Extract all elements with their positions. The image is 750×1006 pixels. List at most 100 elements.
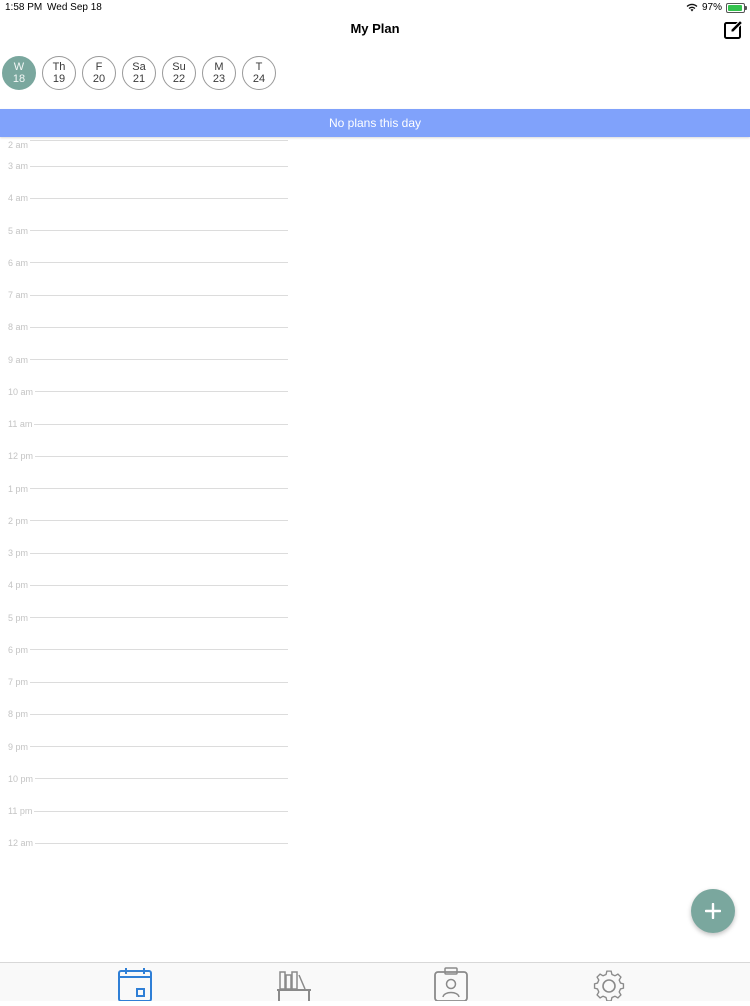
day-button[interactable]: M 23 [202, 56, 236, 90]
hour-divider [35, 778, 288, 780]
hour-divider [34, 810, 288, 812]
hour-divider [30, 488, 288, 490]
hour-divider [30, 165, 288, 167]
hour-row[interactable]: 5 pm [8, 602, 288, 634]
hour-row[interactable]: 1 pm [8, 473, 288, 505]
hour-label: 2 am [8, 140, 29, 150]
contact-badge-icon [434, 967, 468, 1002]
day-of-week: F [95, 61, 103, 73]
hour-row[interactable]: 9 am [8, 344, 288, 376]
status-bar: 1:58 PM Wed Sep 18 97% [0, 0, 750, 16]
day-number: 23 [212, 73, 226, 85]
day-of-week: M [214, 61, 224, 73]
hour-divider [30, 359, 288, 361]
day-number: 18 [12, 73, 26, 85]
hour-row[interactable]: 12 am [8, 827, 288, 859]
hour-label: 12 am [8, 838, 34, 849]
hour-label: 10 am [8, 386, 34, 397]
hour-divider [30, 746, 288, 748]
day-number: 21 [132, 73, 146, 85]
day-of-week: W [13, 61, 25, 73]
hour-row[interactable]: 5 am [8, 215, 288, 247]
hour-label: 8 am [8, 322, 29, 333]
tab-settings[interactable] [590, 967, 630, 1002]
battery-icon [726, 2, 747, 13]
hour-row[interactable]: 4 am [8, 182, 288, 214]
hour-divider [30, 649, 288, 651]
hour-row[interactable]: 11 pm [8, 795, 288, 827]
hour-row[interactable]: 11 am [8, 408, 288, 440]
hour-divider [35, 842, 288, 844]
day-button[interactable]: Th 19 [42, 56, 76, 90]
hour-label: 6 am [8, 257, 29, 268]
hour-divider [30, 197, 288, 199]
hour-divider [35, 455, 288, 457]
day-of-week: Sa [132, 61, 146, 73]
hour-row[interactable]: 10 pm [8, 763, 288, 795]
gear-icon [593, 970, 625, 1002]
hour-label: 11 pm [8, 806, 33, 817]
hour-divider [30, 713, 288, 715]
hour-row[interactable]: 8 pm [8, 698, 288, 730]
day-of-week: T [255, 61, 263, 73]
compose-icon [724, 19, 744, 39]
hour-divider [30, 262, 288, 264]
day-of-week: Su [172, 61, 186, 73]
hour-label: 4 am [8, 193, 29, 204]
hour-label: 1 pm [8, 483, 29, 494]
hour-row[interactable]: 8 am [8, 311, 288, 343]
bookshelf-icon [277, 971, 311, 1001]
hour-row[interactable]: 3 am [8, 150, 288, 182]
tab-library[interactable] [275, 967, 315, 1001]
week-day-selector: W 18 Th 19 F 20 Sa 21 Su 22 M 23 T 24 [2, 56, 276, 90]
day-number: 24 [252, 73, 266, 85]
tab-profile[interactable] [432, 967, 472, 1002]
hour-row[interactable]: 4 pm [8, 569, 288, 601]
day-button[interactable]: F 20 [82, 56, 116, 90]
wifi-icon [686, 3, 698, 12]
day-button[interactable]: Su 22 [162, 56, 196, 90]
day-button[interactable]: T 24 [242, 56, 276, 90]
hour-label: 3 am [8, 161, 29, 172]
hour-label: 3 pm [8, 548, 29, 559]
hour-row[interactable]: 3 pm [8, 537, 288, 569]
no-plans-text: No plans this day [328, 116, 422, 130]
status-right: 97% [686, 2, 747, 13]
hour-row[interactable]: 7 am [8, 279, 288, 311]
compose-button[interactable] [723, 19, 745, 41]
hour-label: 7 am [8, 290, 29, 301]
hour-label: 2 pm [8, 515, 29, 526]
hour-divider [30, 140, 288, 141]
hour-label: 9 pm [8, 741, 29, 752]
hour-row[interactable]: 12 pm [8, 440, 288, 472]
hour-divider [30, 520, 288, 522]
hour-row[interactable]: 7 pm [8, 666, 288, 698]
status-time: 1:58 PM [5, 2, 43, 13]
hour-divider [35, 391, 288, 393]
hour-row[interactable]: 2 pm [8, 505, 288, 537]
hour-row[interactable]: 2 am [8, 140, 288, 150]
hour-divider [30, 294, 288, 296]
hour-label: 6 pm [8, 644, 29, 655]
day-button[interactable]: Sa 21 [122, 56, 156, 90]
tab-bar [0, 962, 750, 1002]
battery-percent: 97% [701, 2, 722, 13]
no-plans-banner: No plans this day [0, 109, 750, 137]
hour-label: 11 am [8, 419, 33, 430]
hour-row[interactable]: 6 am [8, 247, 288, 279]
status-date: Wed Sep 18 [47, 2, 102, 13]
hour-row[interactable]: 9 pm [8, 731, 288, 763]
hour-label: 9 am [8, 354, 29, 365]
hour-row[interactable]: 10 am [8, 376, 288, 408]
calendar-icon [118, 968, 152, 1002]
day-timeline[interactable]: 2 am 3 am 4 am 5 am 6 am 7 am 8 am 9 am 10 am 11 … [8, 140, 288, 860]
add-plan-button[interactable] [691, 889, 735, 933]
day-number: 20 [92, 73, 106, 85]
tab-plan[interactable] [117, 967, 157, 1002]
hour-divider [30, 326, 288, 328]
day-number: 22 [172, 73, 186, 85]
day-button[interactable]: W 18 [2, 56, 36, 90]
day-number: 19 [52, 73, 66, 85]
hour-row[interactable]: 6 pm [8, 634, 288, 666]
hour-divider [30, 230, 288, 232]
